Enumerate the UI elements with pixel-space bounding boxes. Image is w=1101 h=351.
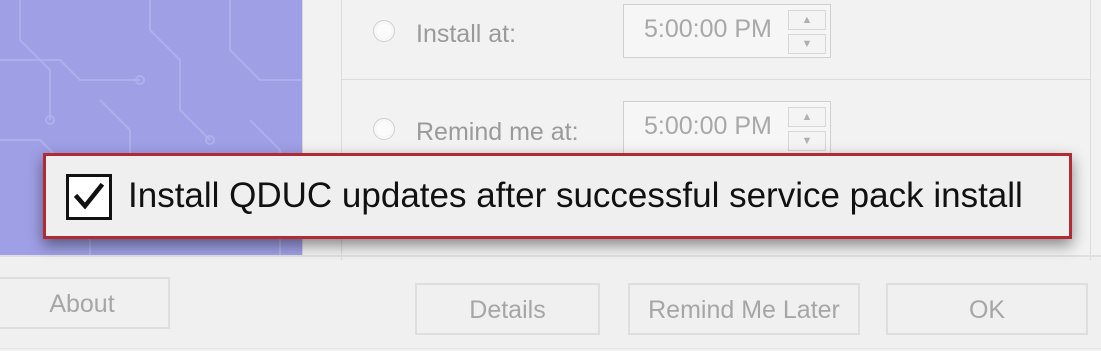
- about-button[interactable]: About: [0, 277, 170, 329]
- remind-me-spin-down-icon[interactable]: ▼: [788, 131, 826, 151]
- window-bottom-edge: [0, 348, 1101, 349]
- install-at-spin-down-icon[interactable]: ▼: [788, 34, 826, 54]
- install-at-time-value: 5:00:00 PM: [644, 15, 772, 43]
- details-button[interactable]: Details: [415, 283, 600, 335]
- remind-me-at-label: Remind me at:: [416, 118, 579, 146]
- install-qduc-updates-label[interactable]: Install QDUC updates after successful se…: [128, 176, 1023, 216]
- remind-me-spin-up-icon[interactable]: ▲: [788, 107, 826, 127]
- install-at-spin-up-icon[interactable]: ▲: [788, 10, 826, 30]
- remind-me-at-time-field[interactable]: 5:00:00 PM ▲ ▼: [623, 101, 831, 155]
- ok-button[interactable]: OK: [886, 283, 1088, 335]
- install-at-label: Install at:: [416, 20, 517, 48]
- install-at-time-field[interactable]: 5:00:00 PM ▲ ▼: [623, 4, 831, 58]
- check-icon: [73, 182, 105, 210]
- install-at-radio[interactable]: [373, 20, 395, 42]
- button-bar-separator: [0, 255, 1101, 257]
- row-separator: [341, 79, 1090, 80]
- remind-me-at-time-value: 5:00:00 PM: [644, 112, 772, 140]
- remind-me-at-radio[interactable]: [373, 118, 395, 140]
- remind-me-later-button[interactable]: Remind Me Later: [628, 283, 860, 335]
- highlighted-checkbox-callout: Install QDUC updates after successful se…: [43, 153, 1072, 239]
- install-qduc-updates-checkbox[interactable]: [66, 174, 112, 220]
